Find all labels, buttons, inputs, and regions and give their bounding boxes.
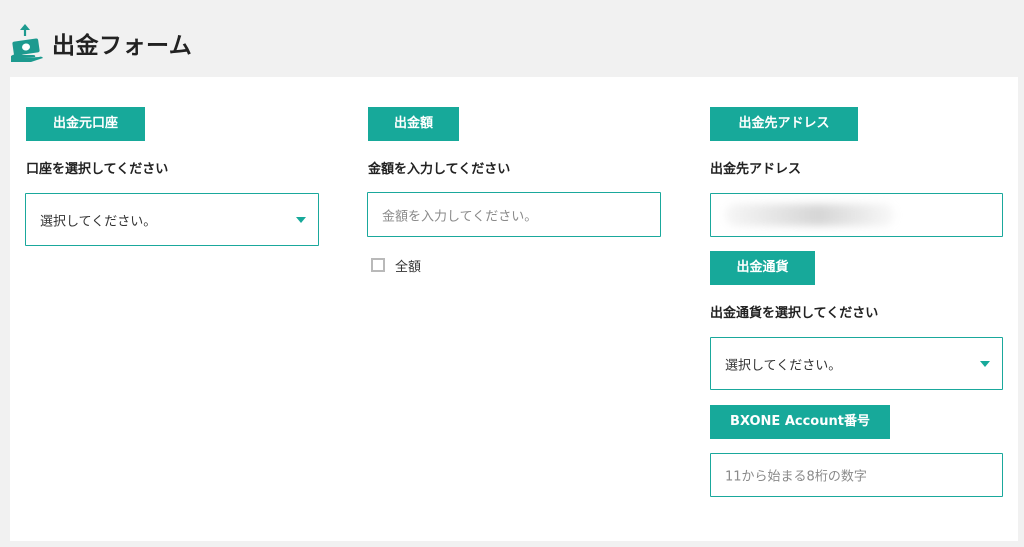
destination-address-tag: 出金先アドレス bbox=[710, 107, 858, 141]
source-account-select[interactable]: 選択してください。 bbox=[25, 193, 319, 246]
amount-input-placeholder: 金額を入力してください。 bbox=[382, 209, 538, 224]
bxone-account-tag: BXONE Account番号 bbox=[710, 405, 890, 439]
destination-address-label: 出金先アドレス bbox=[710, 162, 802, 177]
full-amount-label: 全額 bbox=[395, 260, 422, 275]
currency-select[interactable]: 選択してください。 bbox=[710, 337, 1003, 390]
withdraw-money-icon bbox=[9, 24, 45, 64]
bxone-account-input[interactable]: 11から始まる8桁の数字 bbox=[710, 453, 1003, 497]
currency-select-value: 選択してください。 bbox=[725, 358, 842, 373]
source-account-label: 口座を選択してください bbox=[26, 162, 169, 177]
page-header: 出金フォーム bbox=[0, 0, 1024, 76]
blurred-address-value bbox=[725, 204, 895, 226]
full-amount-checkbox[interactable] bbox=[371, 258, 385, 272]
amount-input[interactable]: 金額を入力してください。 bbox=[367, 192, 661, 237]
page-title: 出金フォーム bbox=[52, 33, 193, 59]
chevron-down-icon[interactable] bbox=[980, 360, 990, 367]
source-account-tag: 出金元口座 bbox=[26, 107, 145, 141]
destination-address-input[interactable] bbox=[710, 193, 1003, 237]
bxone-account-placeholder: 11から始まる8桁の数字 bbox=[725, 469, 867, 485]
currency-tag: 出金通貨 bbox=[710, 251, 815, 285]
chevron-down-icon[interactable] bbox=[296, 216, 306, 223]
currency-label: 出金通貨を選択してください bbox=[710, 306, 879, 321]
amount-label: 金額を入力してください bbox=[368, 162, 511, 177]
amount-tag: 出金額 bbox=[368, 107, 459, 141]
source-account-select-value: 選択してください。 bbox=[40, 214, 157, 229]
